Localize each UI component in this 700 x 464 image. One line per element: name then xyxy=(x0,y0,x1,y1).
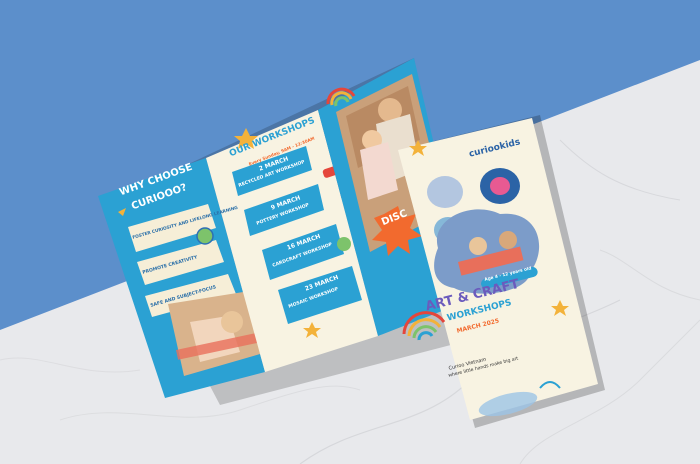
cover-photo-1 xyxy=(427,176,463,208)
mockup-scene: WHY CHOOSE CURIOOO? FOSTER CURIOSITY AND… xyxy=(0,0,700,464)
mockup-artwork xyxy=(0,0,700,464)
